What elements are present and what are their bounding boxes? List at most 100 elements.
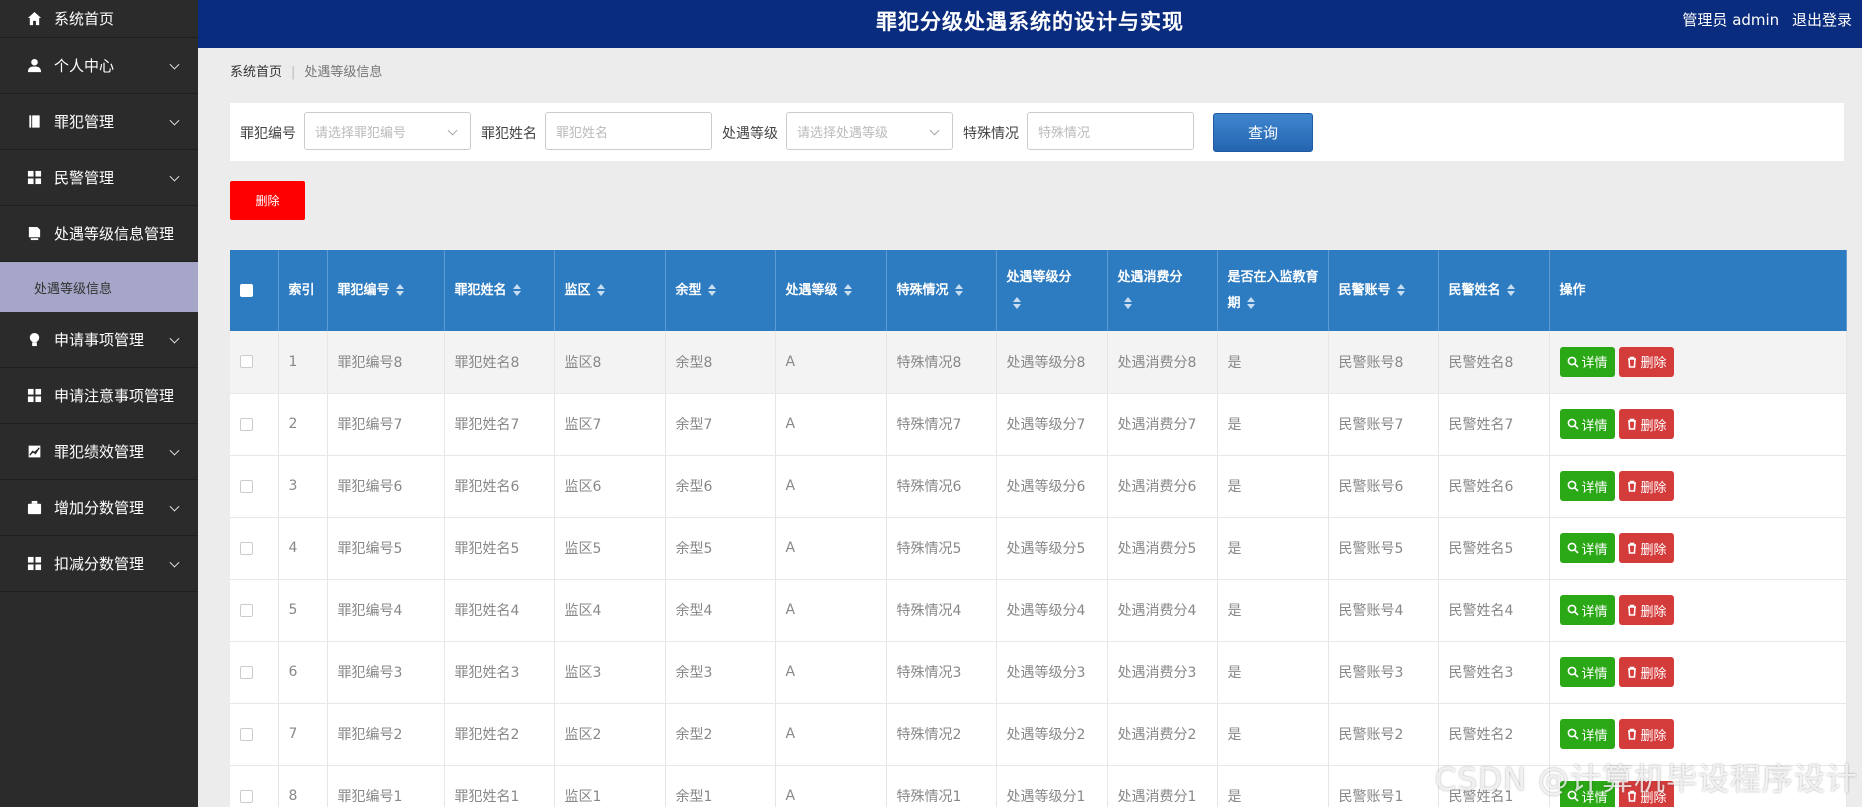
- sort-icon[interactable]: [1396, 284, 1405, 296]
- table-cell: 罪犯姓名8: [444, 331, 555, 394]
- special-case-input[interactable]: 特殊情况: [1027, 112, 1194, 150]
- column-header-sortable[interactable]: 处遇消费分: [1107, 250, 1218, 331]
- row-checkbox[interactable]: [240, 541, 253, 555]
- breadcrumb-home[interactable]: 系统首页: [230, 65, 282, 80]
- criminal-id-select[interactable]: 请选择罪犯编号: [304, 112, 471, 150]
- table-cell: 余型1: [665, 765, 776, 807]
- column-header-sortable[interactable]: 是否在入监教育期: [1217, 250, 1329, 331]
- row-checkbox[interactable]: [240, 603, 253, 617]
- user-label: 管理员 admin: [1682, 11, 1780, 29]
- column-header-sortable[interactable]: 民警姓名: [1438, 250, 1550, 331]
- delete-button[interactable]: 删除: [1618, 533, 1674, 563]
- table-cell: 民警账号1: [1328, 765, 1439, 807]
- sidebar-item-personal-center[interactable]: 个人中心: [0, 38, 198, 94]
- column-header-sortable[interactable]: 监区: [554, 250, 666, 331]
- select-all-checkbox[interactable]: [240, 283, 253, 297]
- column-header-label: 监区: [564, 282, 591, 298]
- search-button[interactable]: 查询: [1213, 113, 1313, 152]
- sidebar-item-label: 增加分数管理: [54, 499, 145, 517]
- sidebar-item-treatment-level-management[interactable]: 处遇等级信息管理: [0, 206, 198, 262]
- sort-icon[interactable]: [596, 284, 605, 296]
- delete-button[interactable]: 删除: [1618, 595, 1674, 625]
- book-icon: [26, 114, 42, 130]
- sidebar-item-criminal-management[interactable]: 罪犯管理: [0, 94, 198, 150]
- column-header-sortable[interactable]: 特殊情况: [886, 250, 997, 331]
- row-select-cell: [230, 393, 279, 456]
- sort-icon[interactable]: [1506, 284, 1515, 296]
- table-cell: 是: [1217, 641, 1329, 704]
- detail-button[interactable]: 详情: [1559, 533, 1615, 563]
- sort-icon[interactable]: [843, 284, 852, 296]
- row-checkbox[interactable]: [240, 417, 253, 431]
- sort-icon[interactable]: [395, 284, 404, 296]
- delete-button[interactable]: 删除: [1618, 346, 1674, 377]
- table-cell: 是: [1217, 765, 1329, 807]
- table-cell: 特殊情况5: [886, 517, 997, 580]
- sidebar-item-label: 扣减分数管理: [54, 555, 145, 573]
- sort-icon[interactable]: [954, 284, 963, 296]
- sidebar-item-home[interactable]: 系统首页: [0, 0, 198, 38]
- row-checkbox[interactable]: [240, 789, 253, 803]
- delete-button[interactable]: 删除: [1618, 657, 1674, 687]
- detail-button[interactable]: 详情: [1559, 719, 1615, 749]
- column-header-sortable[interactable]: 罪犯姓名: [444, 250, 555, 331]
- sort-icon[interactable]: [707, 284, 716, 296]
- delete-button-label: 删除: [1640, 604, 1667, 620]
- criminal-name-input[interactable]: 罪犯姓名: [545, 112, 712, 150]
- detail-button[interactable]: 详情: [1559, 781, 1615, 807]
- table-cell: 6: [278, 641, 328, 704]
- sidebar-item-label: 系统首页: [54, 10, 115, 28]
- table-cell: 罪犯姓名3: [444, 641, 555, 704]
- delete-button-label: 删除: [1640, 790, 1667, 806]
- delete-button-label: 删除: [1640, 418, 1667, 434]
- sidebar-item-police-management[interactable]: 民警管理: [0, 150, 198, 206]
- sort-icon[interactable]: [512, 284, 521, 296]
- sidebar-subitem-treatment-level-info[interactable]: 处遇等级信息: [0, 262, 198, 312]
- row-select-cell: [230, 765, 279, 807]
- column-header: 索引: [278, 250, 328, 331]
- table-body: 1 罪犯编号8 罪犯姓名8 监区8 余型8 A 特殊情况8 处遇等级分8 处遇消费分8 是民警账号…: [230, 331, 1847, 807]
- sidebar-item-application-management[interactable]: 申请事项管理: [0, 312, 198, 368]
- delete-button[interactable]: 删除: [1618, 409, 1674, 439]
- batch-delete-button[interactable]: 删除: [230, 181, 305, 220]
- sort-icon[interactable]: [1012, 297, 1021, 309]
- delete-button[interactable]: 删除: [1618, 719, 1674, 749]
- table-cell: 民警姓名8: [1438, 331, 1550, 394]
- row-checkbox[interactable]: [240, 479, 253, 493]
- sort-icon[interactable]: [1123, 297, 1132, 309]
- row-checkbox[interactable]: [240, 355, 253, 369]
- row-checkbox[interactable]: [240, 665, 253, 679]
- column-header-label: 民警姓名: [1448, 282, 1501, 298]
- column-header-sortable[interactable]: 罪犯编号: [327, 250, 445, 331]
- delete-button[interactable]: 删除: [1618, 781, 1674, 807]
- detail-button-label: 详情: [1581, 790, 1608, 806]
- breadcrumb-separator: |: [291, 65, 296, 80]
- sidebar-item-add-score-management[interactable]: 增加分数管理: [0, 480, 198, 536]
- row-checkbox[interactable]: [240, 727, 253, 741]
- column-header-sortable[interactable]: 民警账号: [1328, 250, 1439, 331]
- sidebar-item-deduct-score-management[interactable]: 扣减分数管理: [0, 536, 198, 592]
- detail-button-label: 详情: [1581, 356, 1608, 372]
- trash-icon: [1627, 356, 1636, 368]
- row-actions-cell: 详情 删除: [1549, 455, 1847, 518]
- column-header-sortable[interactable]: 余型: [665, 250, 776, 331]
- sidebar-item-application-notes-management[interactable]: 申请注意事项管理: [0, 368, 198, 424]
- detail-button[interactable]: 详情: [1559, 595, 1615, 625]
- detail-button[interactable]: 详情: [1559, 346, 1615, 377]
- treatment-level-select[interactable]: 请选择处遇等级: [786, 112, 953, 150]
- column-header-label: 民警账号: [1338, 282, 1391, 298]
- table-cell: 民警姓名1: [1438, 765, 1550, 807]
- logout-link[interactable]: 退出登录: [1792, 11, 1852, 29]
- detail-button[interactable]: 详情: [1559, 409, 1615, 439]
- table-cell: 特殊情况3: [886, 641, 997, 704]
- trash-icon: [1627, 418, 1636, 430]
- table-cell: 处遇等级分7: [996, 393, 1108, 456]
- detail-button[interactable]: 详情: [1559, 471, 1615, 501]
- column-header-label: 处遇等级: [785, 282, 838, 298]
- delete-button[interactable]: 删除: [1618, 471, 1674, 501]
- column-header-sortable[interactable]: 处遇等级分: [996, 250, 1108, 331]
- sidebar-item-performance-management[interactable]: 罪犯绩效管理: [0, 424, 198, 480]
- sort-icon[interactable]: [1246, 297, 1255, 309]
- column-header-sortable[interactable]: 处遇等级: [775, 250, 887, 331]
- detail-button[interactable]: 详情: [1559, 657, 1615, 687]
